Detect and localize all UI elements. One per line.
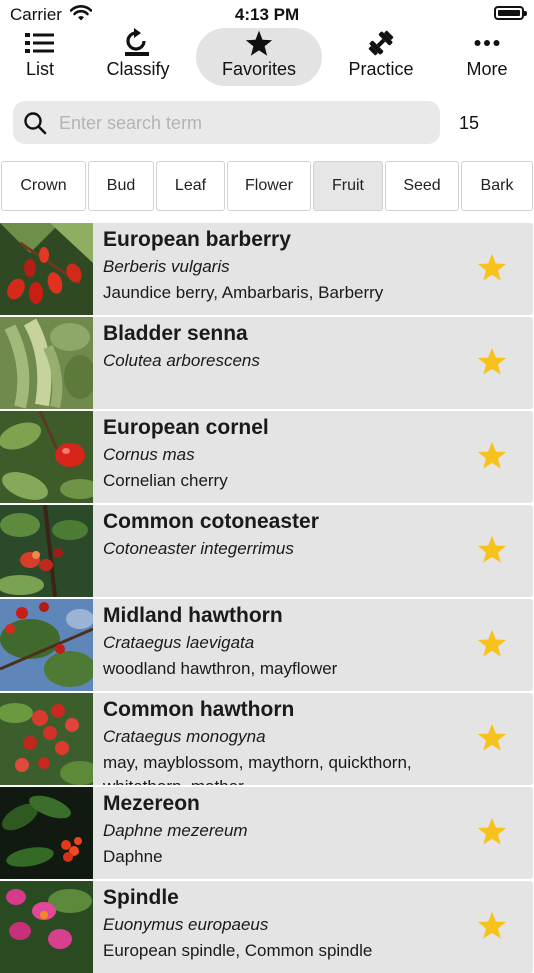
plant-thumbnail bbox=[0, 317, 93, 409]
plant-common-names: European spindle, Common spindle bbox=[103, 941, 373, 960]
plant-thumbnail bbox=[0, 787, 93, 879]
nav-label-classify: Classify bbox=[106, 59, 170, 79]
search-input[interactable] bbox=[57, 101, 431, 146]
plant-thumbnail bbox=[0, 223, 93, 315]
star-icon bbox=[196, 28, 322, 58]
plant-latin-name: Cornus mas bbox=[103, 445, 195, 464]
plant-latin-name: Berberis vulgaris bbox=[103, 257, 230, 276]
nav-label-more: More bbox=[466, 59, 508, 79]
plant-latin-name: Euonymus europaeus bbox=[103, 915, 269, 934]
plant-card: Common hawthorn Crataegus monogyna may, … bbox=[93, 693, 533, 785]
tab-seed[interactable]: Seed bbox=[385, 161, 459, 211]
battery-icon bbox=[494, 6, 527, 20]
favorite-star-icon[interactable] bbox=[477, 629, 507, 663]
plant-latin-name: Cotoneaster integerrimus bbox=[103, 539, 294, 558]
plant-common-names: Daphne bbox=[103, 847, 163, 866]
plant-thumbnail bbox=[0, 599, 93, 691]
list-item[interactable]: Common hawthorn Crataegus monogyna may, … bbox=[0, 693, 534, 785]
filter-tabs: Crown Bud Leaf Flower Fruit Seed Bark bbox=[0, 161, 534, 213]
plant-thumbnail bbox=[0, 505, 93, 597]
tab-bark[interactable]: Bark bbox=[461, 161, 533, 211]
plant-card: European barberry Berberis vulgaris Jaun… bbox=[93, 223, 533, 315]
plant-name: Mezereon bbox=[103, 792, 200, 815]
search-icon bbox=[23, 111, 47, 140]
favorite-star-icon[interactable] bbox=[477, 441, 507, 475]
list-item[interactable]: Common cotoneaster Cotoneaster integerri… bbox=[0, 505, 534, 597]
plant-thumbnail bbox=[0, 411, 93, 503]
plant-thumbnail bbox=[0, 881, 93, 973]
nav-item-list[interactable]: List bbox=[2, 28, 78, 86]
plant-name: European barberry bbox=[103, 228, 291, 251]
list-item[interactable]: Midland hawthorn Crataegus laevigata woo… bbox=[0, 599, 534, 691]
ellipsis-icon bbox=[452, 28, 522, 58]
search-bar bbox=[13, 101, 440, 146]
plant-card: Bladder senna Colutea arborescens bbox=[93, 317, 533, 409]
nav-label-list: List bbox=[25, 59, 54, 79]
list-item[interactable]: European barberry Berberis vulgaris Jaun… bbox=[0, 223, 534, 315]
plant-latin-name: Colutea arborescens bbox=[103, 351, 260, 370]
plant-common-names: woodland hawthron, mayflower bbox=[103, 659, 338, 678]
list-icon bbox=[2, 28, 78, 58]
plant-name: Midland hawthorn bbox=[103, 604, 283, 627]
plant-latin-name: Daphne mezereum bbox=[103, 821, 248, 840]
favorite-star-icon[interactable] bbox=[477, 535, 507, 569]
plant-common-names: Jaundice berry, Ambarbaris, Barberry bbox=[103, 283, 384, 302]
tab-leaf[interactable]: Leaf bbox=[156, 161, 225, 211]
clock: 4:13 PM bbox=[234, 5, 300, 24]
favorite-star-icon[interactable] bbox=[477, 347, 507, 381]
plant-latin-name: Crataegus laevigata bbox=[103, 633, 255, 652]
plant-name: European cornel bbox=[103, 416, 269, 439]
favorite-star-icon[interactable] bbox=[477, 723, 507, 757]
plant-name: Spindle bbox=[103, 886, 179, 909]
tab-bud[interactable]: Bud bbox=[88, 161, 154, 211]
nav-item-classify[interactable]: Classify bbox=[96, 28, 180, 86]
list-item[interactable]: Mezereon Daphne mezereum Daphne bbox=[0, 787, 534, 879]
favorite-star-icon[interactable] bbox=[477, 911, 507, 945]
result-count: 15 bbox=[459, 113, 480, 133]
nav-item-favorites[interactable]: Favorites bbox=[196, 28, 322, 86]
plant-thumbnail bbox=[0, 693, 93, 785]
dumbbell-icon bbox=[338, 28, 424, 58]
status-bar: Carrier 4:13 PM bbox=[0, 0, 534, 30]
plant-name: Common cotoneaster bbox=[103, 510, 319, 533]
list-item[interactable]: Bladder senna Colutea arborescens bbox=[0, 317, 534, 409]
nav-label-practice: Practice bbox=[348, 59, 414, 79]
nav-item-more[interactable]: More bbox=[452, 28, 522, 86]
tab-crown[interactable]: Crown bbox=[1, 161, 86, 211]
list-item[interactable]: Spindle Euonymus europaeus European spin… bbox=[0, 881, 534, 973]
list-item[interactable]: European cornel Cornus mas Cornelian che… bbox=[0, 411, 534, 503]
tab-flower[interactable]: Flower bbox=[227, 161, 311, 211]
top-nav: List Classify Favorites Practice More bbox=[0, 28, 534, 88]
plant-name: Common hawthorn bbox=[103, 698, 295, 721]
plant-card: European cornel Cornus mas Cornelian che… bbox=[93, 411, 533, 503]
plant-card: Mezereon Daphne mezereum Daphne bbox=[93, 787, 533, 879]
plant-card: Spindle Euonymus europaeus European spin… bbox=[93, 881, 533, 973]
nav-label-favorites: Favorites bbox=[221, 59, 297, 79]
plant-name: Bladder senna bbox=[103, 322, 248, 345]
plant-latin-name: Crataegus monogyna bbox=[103, 727, 266, 746]
plant-common-names: Cornelian cherry bbox=[103, 471, 228, 490]
favorite-star-icon[interactable] bbox=[477, 817, 507, 851]
plant-common-names: may, mayblossom, maythorn, quickthorn, w… bbox=[103, 753, 412, 785]
plant-card: Midland hawthorn Crataegus laevigata woo… bbox=[93, 599, 533, 691]
tab-fruit[interactable]: Fruit bbox=[313, 161, 383, 211]
classify-icon bbox=[96, 28, 180, 58]
plant-card: Common cotoneaster Cotoneaster integerri… bbox=[93, 505, 533, 597]
favorite-star-icon[interactable] bbox=[477, 253, 507, 287]
nav-item-practice[interactable]: Practice bbox=[338, 28, 424, 86]
